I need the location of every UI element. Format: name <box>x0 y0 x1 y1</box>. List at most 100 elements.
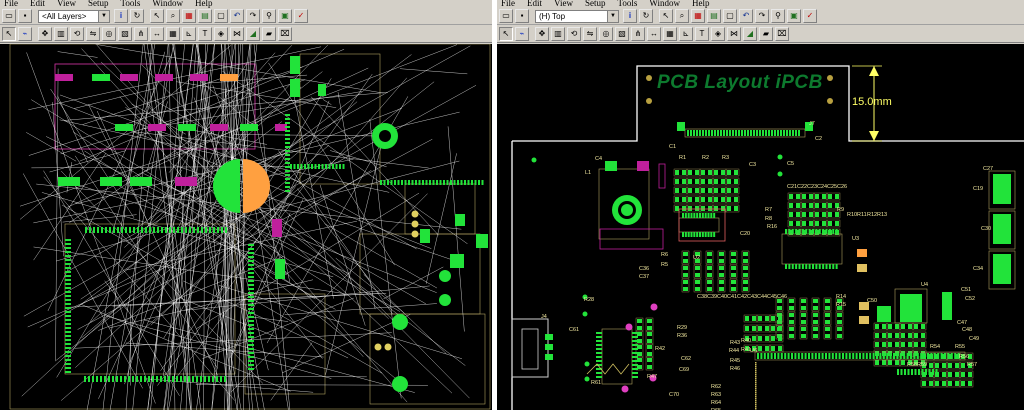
ic-pin <box>876 353 878 359</box>
flood-icon[interactable]: ▰ <box>759 27 773 41</box>
route-tool-icon[interactable]: ⌁ <box>18 27 32 41</box>
move-icon[interactable]: ✥ <box>38 27 52 41</box>
mirror-icon[interactable]: ⇋ <box>86 27 100 41</box>
refdes-label: C69 <box>679 367 690 373</box>
info-icon[interactable]: i <box>114 9 128 23</box>
design-rules-icon[interactable]: ▦ <box>182 9 196 23</box>
report-icon[interactable]: ▣ <box>787 9 801 23</box>
menu-window[interactable]: Window <box>152 0 183 8</box>
grid-icon[interactable]: ▦ <box>663 27 677 41</box>
mounting-hole <box>827 98 833 104</box>
open-file-icon[interactable]: ▭ <box>499 9 513 23</box>
split-icon[interactable]: ⋔ <box>631 27 645 41</box>
ic-pin <box>865 353 868 359</box>
select-tool-icon[interactable]: ↖ <box>2 27 16 41</box>
mirror-icon[interactable]: ⇋ <box>583 27 597 41</box>
search-icon[interactable]: ⚲ <box>771 9 785 23</box>
via-icon[interactable]: ◎ <box>102 27 116 41</box>
ic-pin <box>755 406 757 408</box>
window-icon[interactable]: ▢ <box>723 9 737 23</box>
open-file-icon[interactable]: ▭ <box>2 9 16 23</box>
redo-icon[interactable]: ↷ <box>246 9 260 23</box>
save-icon[interactable]: ▪ <box>515 9 529 23</box>
ic-pin <box>690 232 693 237</box>
ic-pin <box>923 353 926 359</box>
zoom-icon[interactable]: ⌕ <box>166 9 180 23</box>
component-icon[interactable]: ▥ <box>551 27 565 41</box>
redo-icon[interactable]: ↷ <box>755 9 769 23</box>
move-icon[interactable]: ✥ <box>535 27 549 41</box>
flood-icon[interactable]: ▰ <box>262 27 276 41</box>
layout-icon[interactable]: ▤ <box>198 9 212 23</box>
report-icon[interactable]: ▣ <box>278 9 292 23</box>
connector-pin <box>759 130 761 136</box>
pcb-canvas-unrouted[interactable] <box>0 44 492 410</box>
layer-select[interactable]: (H) Top ▼ <box>535 9 619 23</box>
ratsnest-line <box>19 145 203 207</box>
pour-icon[interactable]: ◢ <box>246 27 260 41</box>
chevron-down-icon[interactable]: ▼ <box>607 10 618 22</box>
layer-select[interactable]: <All Layers> ▼ <box>38 9 110 23</box>
via-icon[interactable]: ◎ <box>599 27 613 41</box>
layout-icon[interactable]: ▤ <box>707 9 721 23</box>
copper-icon[interactable]: ▧ <box>118 27 132 41</box>
refresh-icon[interactable]: ↻ <box>639 9 653 23</box>
design-rules-icon[interactable]: ▦ <box>691 9 705 23</box>
rotate-icon[interactable]: ⟲ <box>567 27 581 41</box>
passive-pad <box>727 206 731 211</box>
menu-setup[interactable]: Setup <box>585 0 606 8</box>
window-icon[interactable]: ▢ <box>214 9 228 23</box>
menu-edit[interactable]: Edit <box>527 0 542 8</box>
save-icon[interactable]: ▪ <box>18 9 32 23</box>
refresh-icon[interactable]: ↻ <box>130 9 144 23</box>
passive-pad <box>828 194 832 199</box>
dimension-icon[interactable]: ↔ <box>647 27 661 41</box>
route-tool-icon[interactable]: ⌁ <box>515 27 529 41</box>
split-icon[interactable]: ⋔ <box>134 27 148 41</box>
menu-help[interactable]: Help <box>692 0 710 8</box>
dialog-icon[interactable]: ⌧ <box>775 27 789 41</box>
grid-icon[interactable]: ▦ <box>166 27 180 41</box>
select-pointer-icon[interactable]: ↖ <box>659 9 673 23</box>
passive-pad <box>789 327 794 331</box>
pin-pad <box>65 327 71 329</box>
text-icon[interactable]: T <box>695 27 709 41</box>
measure-icon[interactable]: ⊾ <box>679 27 693 41</box>
undo-icon[interactable]: ↶ <box>739 9 753 23</box>
passive-pad <box>719 259 724 263</box>
ic-pin <box>918 369 920 375</box>
dialog-icon[interactable]: ⌧ <box>278 27 292 41</box>
pcb-canvas-routed[interactable]: PCB Layout iPCB 15.0mm J7 C2 C1 C4 L1 R1 R2 R3 C… <box>497 44 1024 410</box>
select-pointer-icon[interactable]: ↖ <box>150 9 164 23</box>
drc-icon[interactable]: ◈ <box>214 27 228 41</box>
net-icon[interactable]: ⋈ <box>727 27 741 41</box>
measure-icon[interactable]: ⊾ <box>182 27 196 41</box>
net-icon[interactable]: ⋈ <box>230 27 244 41</box>
dimension-icon[interactable]: ↔ <box>150 27 164 41</box>
menu-file[interactable]: File <box>501 0 515 8</box>
info-icon[interactable]: i <box>623 9 637 23</box>
menu-tools[interactable]: Tools <box>121 0 141 8</box>
search-icon[interactable]: ⚲ <box>262 9 276 23</box>
menu-window[interactable]: Window <box>649 0 680 8</box>
undo-icon[interactable]: ↶ <box>230 9 244 23</box>
menu-help[interactable]: Help <box>195 0 213 8</box>
copper-icon[interactable]: ▧ <box>615 27 629 41</box>
verify-icon[interactable]: ✓ <box>803 9 817 23</box>
select-tool-icon[interactable]: ↖ <box>499 27 513 41</box>
rotate-icon[interactable]: ⟲ <box>70 27 84 41</box>
component-icon[interactable]: ▥ <box>54 27 68 41</box>
chevron-down-icon[interactable]: ▼ <box>98 10 109 22</box>
menu-view[interactable]: View <box>57 0 76 8</box>
menu-edit[interactable]: Edit <box>30 0 45 8</box>
pour-icon[interactable]: ◢ <box>743 27 757 41</box>
connector-pin <box>792 130 794 136</box>
menu-file[interactable]: File <box>4 0 18 8</box>
menu-tools[interactable]: Tools <box>618 0 638 8</box>
menu-view[interactable]: View <box>554 0 573 8</box>
zoom-icon[interactable]: ⌕ <box>675 9 689 23</box>
verify-icon[interactable]: ✓ <box>294 9 308 23</box>
text-icon[interactable]: T <box>198 27 212 41</box>
menu-setup[interactable]: Setup <box>88 0 109 8</box>
drc-icon[interactable]: ◈ <box>711 27 725 41</box>
